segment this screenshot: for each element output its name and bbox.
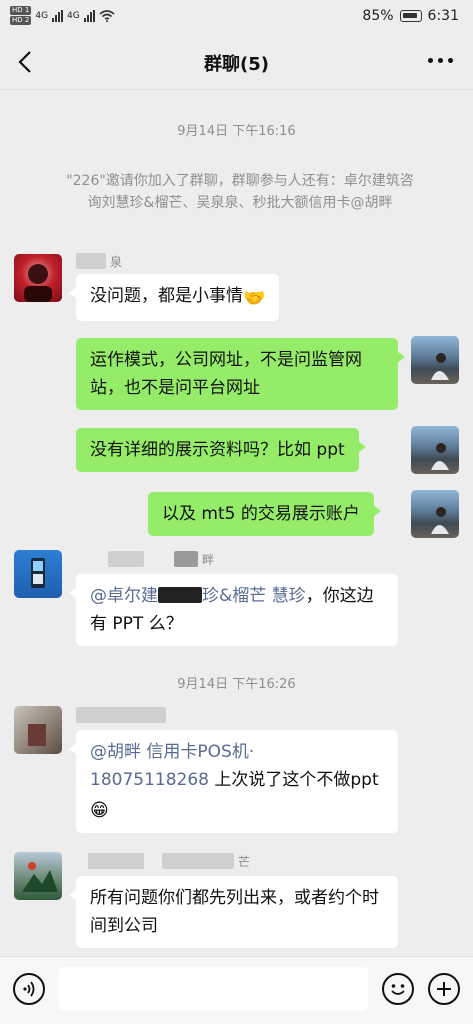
message-input[interactable] bbox=[58, 967, 368, 1011]
grin-emoji: 😁 bbox=[90, 800, 109, 821]
message-text: 所有问题你们都先列出来，或者约个时间到公司 bbox=[90, 888, 379, 936]
battery-percent: 85% bbox=[362, 8, 394, 24]
my-avatar[interactable] bbox=[411, 490, 459, 538]
blurred-name bbox=[162, 853, 234, 869]
blurred-name bbox=[88, 853, 144, 869]
message-bubble[interactable]: @胡畔 信用卡POS机· 18075118268 上次说了这个不做ppt 😁 bbox=[69, 730, 398, 833]
mention-text[interactable]: @胡畔 信用卡POS机· bbox=[90, 742, 254, 762]
wifi-icon bbox=[99, 9, 115, 22]
sender-name: 泉 bbox=[76, 252, 122, 270]
more-dots-icon[interactable] bbox=[428, 58, 453, 63]
message-text: 以及 mt5 的交易展示账户 bbox=[162, 504, 360, 524]
phone-link[interactable]: 18075118268 bbox=[90, 770, 209, 790]
avatar[interactable] bbox=[14, 254, 62, 302]
mention-text-tail[interactable]: 珍&榴芒 慧珍 bbox=[202, 586, 306, 606]
blurred-name bbox=[108, 551, 144, 567]
avatar[interactable] bbox=[14, 550, 62, 598]
chat-header: 群聊(5) bbox=[0, 34, 473, 90]
sender-name bbox=[76, 706, 166, 724]
message-text: 没有详细的展示资料吗？比如 ppt bbox=[90, 440, 345, 460]
voice-icon[interactable] bbox=[13, 973, 45, 1005]
message-bubble[interactable]: 所有问题你们都先列出来，或者约个时间到公司 bbox=[69, 876, 398, 948]
status-right: 85% 6:31 bbox=[362, 8, 459, 24]
chat-title: 群聊(5) bbox=[204, 54, 269, 75]
message-bubble[interactable]: @卓尔建 珍&榴芒 慧珍，你这边有 PPT 么？ bbox=[69, 574, 398, 646]
status-bar: HD 1 HD 2 4G 4G 85% 6:31 bbox=[0, 0, 473, 34]
blurred-name bbox=[76, 253, 106, 269]
clock: 6:31 bbox=[427, 8, 459, 24]
message-text: 没问题，都是小事情 bbox=[90, 286, 243, 306]
blurred-name bbox=[76, 707, 166, 723]
message-bubble[interactable]: 运作模式，公司网址，不是问监管网站，也不是问平台网址 bbox=[76, 338, 405, 410]
message-bubble[interactable]: 没问题，都是小事情🤝 bbox=[68, 274, 280, 321]
hd2-badge: HD 2 bbox=[10, 16, 32, 25]
my-avatar[interactable] bbox=[411, 336, 459, 384]
network-type-2: 4G bbox=[67, 10, 80, 21]
sender-name: 畔 bbox=[76, 550, 214, 568]
battery-icon bbox=[399, 10, 422, 22]
message-bubble[interactable]: 没有详细的展示资料吗？比如 ppt bbox=[76, 428, 366, 472]
blurred-name bbox=[174, 551, 198, 567]
hd1-badge: HD 1 bbox=[10, 6, 32, 15]
mention-text[interactable]: @卓尔建 bbox=[90, 586, 158, 606]
blurred-text bbox=[158, 587, 202, 603]
emoji-icon[interactable] bbox=[382, 973, 414, 1005]
sender-name: 芒 bbox=[76, 852, 250, 870]
time-label: 9月14日 下午16:16 bbox=[177, 124, 296, 139]
signal-1-icon bbox=[52, 9, 64, 22]
handshake-emoji: 🤝 bbox=[243, 288, 266, 309]
avatar[interactable] bbox=[14, 706, 62, 754]
message-text: 运作模式，公司网址，不是问监管网站，也不是问平台网址 bbox=[90, 350, 362, 398]
hd-badges: HD 1 HD 2 bbox=[10, 6, 32, 25]
signal-indicators: HD 1 HD 2 4G 4G bbox=[10, 6, 115, 25]
my-avatar[interactable] bbox=[411, 426, 459, 474]
signal-2-icon bbox=[83, 9, 95, 22]
time-label: 9月14日 下午16:26 bbox=[177, 677, 296, 692]
system-message: "226"邀请你加入了群聊，群聊参与人还有：卓尔建筑咨询刘慧珍&榴芒、吴泉泉、秒… bbox=[66, 173, 414, 211]
input-bar bbox=[0, 956, 473, 1024]
message-text: 上次说了这个不做ppt bbox=[208, 770, 379, 790]
plus-icon[interactable] bbox=[428, 973, 460, 1005]
message-bubble[interactable]: 以及 mt5 的交易展示账户 bbox=[148, 492, 381, 536]
network-type-1: 4G bbox=[35, 10, 49, 21]
avatar[interactable] bbox=[14, 852, 62, 900]
